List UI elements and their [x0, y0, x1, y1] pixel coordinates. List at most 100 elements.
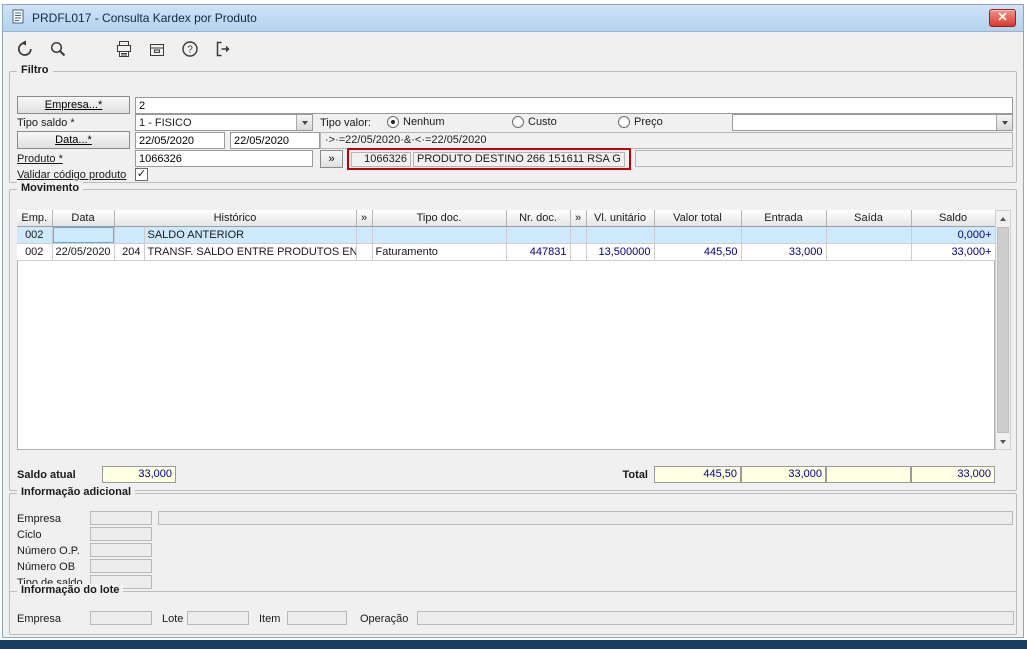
adicional-empresa-desc-field [158, 511, 1013, 525]
window-icon [10, 9, 26, 28]
grid-row-movimento[interactable]: 002 22/05/2020 204 TRANSF. SALDO ENTRE P… [17, 243, 996, 261]
cell-historico[interactable]: TRANSF. SALDO ENTRE PRODUTOS ENTRADA [144, 243, 357, 261]
radio-nenhum[interactable]: Nenhum [387, 115, 445, 129]
radio-preco[interactable]: Preço [618, 115, 663, 129]
search-icon [49, 40, 67, 61]
validar-checkbox[interactable]: ✓ [135, 168, 148, 181]
lote-empresa-label: Empresa [17, 613, 62, 625]
cell-saida[interactable] [826, 243, 912, 261]
tipo-saldo-label: Tipo saldo * [17, 117, 75, 129]
lote-lote-label: Lote [162, 613, 184, 625]
cell-chevron[interactable] [356, 243, 373, 261]
close-icon [998, 12, 1007, 24]
col-saldo[interactable]: Saldo [911, 210, 996, 227]
col-historico[interactable]: Histórico [114, 210, 357, 227]
data-button[interactable]: Data...* [17, 131, 130, 149]
cell-hist-cod[interactable] [114, 226, 145, 244]
col-nr-doc[interactable]: Nr. doc. [506, 210, 571, 227]
grid-header-row: Emp. Data Histórico » Tipo doc. Nr. doc.… [17, 210, 996, 227]
col-chevron-2[interactable]: » [570, 210, 587, 227]
close-button[interactable] [989, 9, 1016, 27]
produto-label[interactable]: Produto * [17, 152, 63, 166]
produto-input[interactable] [135, 150, 313, 167]
scrollbar-thumb[interactable] [997, 227, 1009, 433]
total-saida-field [826, 466, 911, 483]
archive-box-icon [148, 40, 166, 61]
col-saida[interactable]: Saída [826, 210, 912, 227]
screen: PRDFL017 - Consulta Kardex por Produto ?… [0, 0, 1027, 649]
cell-vl-unitario[interactable]: 13,500000 [586, 243, 655, 261]
cell-saldo[interactable]: 33,000+ [911, 243, 996, 261]
search-button[interactable] [46, 39, 70, 61]
help-button[interactable]: ? [178, 39, 202, 61]
col-vl-unitario[interactable]: Vl. unitário [586, 210, 655, 227]
toolbar: ? [3, 32, 1023, 68]
radio-custo-label: Custo [528, 116, 557, 128]
cell-tipo-doc[interactable]: Faturamento [372, 243, 507, 261]
cell-chevron[interactable] [356, 226, 373, 244]
cell-chevron[interactable] [570, 243, 587, 261]
adicional-numero-ob-field [90, 559, 152, 573]
cell-emp[interactable]: 002 [17, 226, 53, 244]
cell-nr-doc[interactable]: 447831 [506, 243, 571, 261]
empresa-button[interactable]: Empresa...* [17, 96, 130, 114]
filtro-legend: Filtro [17, 64, 53, 76]
background-strip [0, 640, 1027, 649]
cell-hist-cod[interactable]: 204 [114, 243, 145, 261]
validar-label: Validar código produto [17, 169, 127, 181]
col-emp[interactable]: Emp. [17, 210, 53, 227]
col-entrada[interactable]: Entrada [741, 210, 827, 227]
tipo-valor-label: Tipo valor: [320, 117, 371, 129]
chevron-down-icon [296, 115, 312, 130]
check-icon: ✓ [136, 168, 147, 180]
cell-nr-doc[interactable] [506, 226, 571, 244]
produto-lookup-button[interactable]: » [320, 150, 343, 168]
col-data[interactable]: Data [52, 210, 115, 227]
title-bar[interactable]: PRDFL017 - Consulta Kardex por Produto [3, 5, 1023, 32]
total-entrada-field: 33,000 [741, 466, 826, 483]
radio-unselected-icon [618, 116, 630, 128]
refresh-button[interactable] [13, 39, 37, 61]
radio-unselected-icon [512, 116, 524, 128]
radio-custo[interactable]: Custo [512, 115, 557, 129]
data-final-input[interactable] [230, 132, 320, 149]
scroll-up-button[interactable] [996, 211, 1010, 226]
grid-row-saldo-anterior[interactable]: 002 SALDO ANTERIOR 0,000+ [17, 226, 996, 244]
arrow-up-icon [1000, 216, 1006, 221]
cell-vl-unitario[interactable] [586, 226, 655, 244]
data-inicial-input[interactable] [135, 132, 225, 149]
adicional-ciclo-label: Ciclo [17, 529, 42, 541]
saldo-atual-label: Saldo atual [17, 469, 76, 481]
movimento-table: Emp. Data Histórico » Tipo doc. Nr. doc.… [17, 210, 996, 261]
cell-entrada[interactable]: 33,000 [741, 243, 827, 261]
cell-data[interactable] [52, 226, 115, 244]
tipo-valor-select[interactable] [732, 114, 1013, 131]
vertical-scrollbar[interactable] [995, 210, 1011, 450]
lote-lote-field [187, 611, 249, 625]
cell-emp[interactable]: 002 [17, 243, 53, 261]
cell-saldo[interactable]: 0,000+ [911, 226, 996, 244]
col-chevron-1[interactable]: » [356, 210, 373, 227]
cell-saida[interactable] [826, 226, 912, 244]
scroll-down-button[interactable] [996, 434, 1010, 449]
adicional-ciclo-field [90, 527, 152, 541]
col-tipo-doc[interactable]: Tipo doc. [372, 210, 507, 227]
cell-historico[interactable]: SALDO ANTERIOR [144, 226, 357, 244]
col-valor-total[interactable]: Valor total [654, 210, 742, 227]
cell-valor-total[interactable] [654, 226, 742, 244]
info-adicional-legend: Informação adicional [17, 486, 136, 498]
adicional-empresa-label: Empresa [17, 513, 62, 525]
print-button[interactable] [112, 39, 136, 61]
cell-data[interactable]: 22/05/2020 [52, 243, 115, 261]
archive-button[interactable] [145, 39, 169, 61]
cell-tipo-doc[interactable] [372, 226, 507, 244]
cell-entrada[interactable] [741, 226, 827, 244]
lote-item-field [287, 611, 347, 625]
empresa-input[interactable] [135, 97, 1013, 114]
produto-codigo-field: 1066326 [351, 151, 411, 167]
cell-valor-total[interactable]: 445,50 [654, 243, 742, 261]
tipo-saldo-select[interactable]: 1 - FISICO [135, 114, 313, 131]
exit-button[interactable] [211, 39, 235, 61]
cell-chevron[interactable] [570, 226, 587, 244]
help-icon: ? [181, 40, 199, 61]
